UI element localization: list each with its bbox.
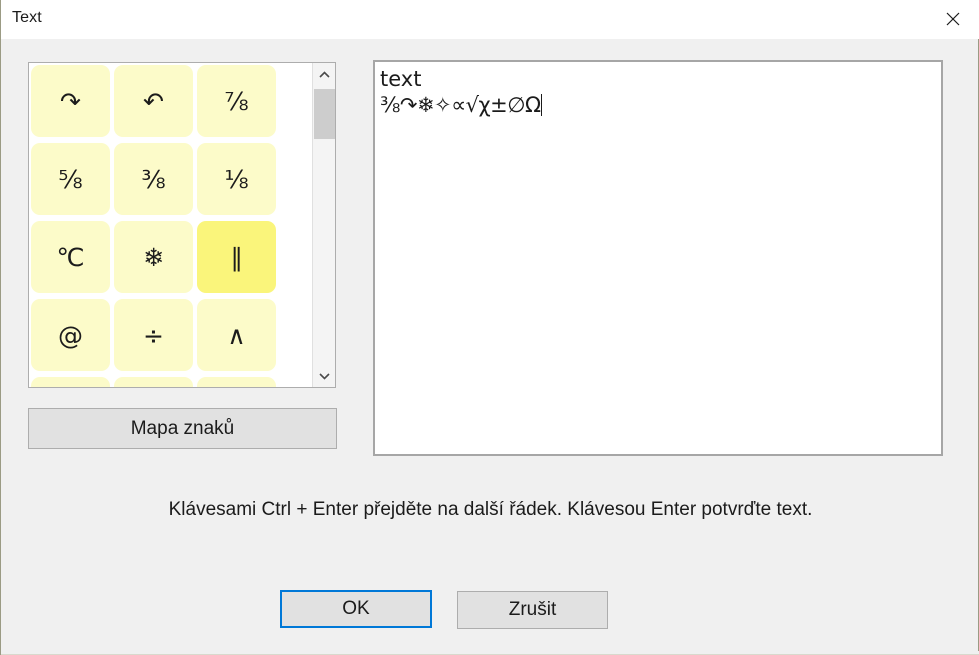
scrollbar-up-button[interactable] xyxy=(313,63,335,86)
bottom-edge xyxy=(1,651,979,655)
character-grid: ↷ ↶ ⅞ ⅝ ⅜ ⅛ ℃ ❄ ∥ @ ÷ ∧ xyxy=(29,63,312,387)
character-cell-snowflake[interactable]: ❄ xyxy=(114,221,193,293)
vertical-scrollbar[interactable] xyxy=(312,63,335,387)
text-line-2: ⅜↷❄✧∝√χ±∅Ω xyxy=(380,93,541,117)
character-cell-three-eighths[interactable]: ⅜ xyxy=(114,143,193,215)
character-cell-five-eighths[interactable]: ⅝ xyxy=(31,143,110,215)
character-row-partial xyxy=(31,377,312,387)
character-row: ↷ ↶ ⅞ xyxy=(31,65,312,143)
character-row: ⅝ ⅜ ⅛ xyxy=(31,143,312,221)
chevron-up-icon xyxy=(319,66,330,84)
character-cell-one-eighth[interactable]: ⅛ xyxy=(197,143,276,215)
chevron-down-icon xyxy=(319,367,330,385)
character-cell-degree-celsius[interactable]: ℃ xyxy=(31,221,110,293)
character-cell-anticlockwise-arc-arrow[interactable]: ↶ xyxy=(114,65,193,137)
character-cell-parallel-to[interactable]: ∥ xyxy=(197,221,276,293)
character-cell-partial[interactable] xyxy=(31,377,110,387)
character-cell-logical-and[interactable]: ∧ xyxy=(197,299,276,371)
cancel-button[interactable]: Zrušit xyxy=(457,591,608,629)
character-map-button[interactable]: Mapa znaků xyxy=(28,408,337,449)
text-line-2-wrapper: ⅜↷❄✧∝√χ±∅Ω xyxy=(380,92,936,118)
scrollbar-down-button[interactable] xyxy=(313,364,335,387)
character-row: ℃ ❄ ∥ xyxy=(31,221,312,299)
title-bar: Text xyxy=(1,0,979,39)
window-title: Text xyxy=(12,9,42,26)
character-cell-clockwise-arc-arrow[interactable]: ↷ xyxy=(31,65,110,137)
character-cell-partial[interactable] xyxy=(114,377,193,387)
scrollbar-thumb[interactable] xyxy=(314,89,335,139)
character-cell-seven-eighths[interactable]: ⅞ xyxy=(197,65,276,137)
text-dialog: Text ↷ ↶ ⅞ ⅝ ⅜ ⅛ ℃ ❄ ∥ @ ÷ ∧ Mapa znaků … xyxy=(0,0,979,655)
text-input-area[interactable]: text ⅜↷❄✧∝√χ±∅Ω xyxy=(373,60,943,456)
text-line-1: text xyxy=(380,67,422,91)
close-icon xyxy=(945,11,961,27)
character-grid-panel[interactable]: ↷ ↶ ⅞ ⅝ ⅜ ⅛ ℃ ❄ ∥ @ ÷ ∧ xyxy=(28,62,336,388)
character-cell-division-sign[interactable]: ÷ xyxy=(114,299,193,371)
character-cell-at-sign[interactable]: @ xyxy=(31,299,110,371)
close-button[interactable] xyxy=(925,0,979,38)
ok-button[interactable]: OK xyxy=(280,590,432,628)
text-caret xyxy=(540,94,542,116)
character-cell-partial[interactable] xyxy=(197,377,276,387)
character-row: @ ÷ ∧ xyxy=(31,299,312,377)
hint-text: Klávesami Ctrl + Enter přejděte na další… xyxy=(168,499,813,520)
